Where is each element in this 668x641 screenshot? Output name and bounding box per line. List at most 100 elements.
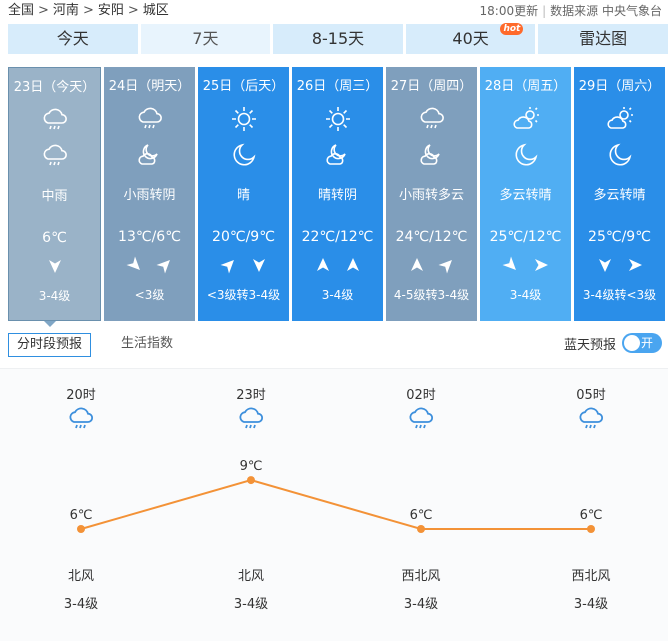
temperature-line-chart: 6℃ 9℃ 6℃ 6℃: [70, 459, 603, 533]
partly-cloudy-icon: [511, 104, 541, 134]
wind-arrow-icon: [345, 257, 361, 277]
day-card[interactable]: 25日（后天） 晴 20℃/9℃ <3级转3-4级: [198, 67, 289, 321]
breadcrumb-separator: >: [38, 3, 49, 18]
temperature-line: [80, 479, 591, 530]
temperature-range: 25℃/9℃: [588, 229, 651, 245]
day-date: 23日（今天）: [13, 80, 96, 95]
blue-sky-forecast: 蓝天预报 开: [564, 333, 662, 353]
hour-time: 05时: [576, 388, 606, 403]
day-date: 25日（后天）: [202, 79, 285, 94]
temperature-range: 6℃: [42, 230, 67, 246]
rain-icon: [577, 405, 605, 435]
wind-direction-icons: [574, 257, 665, 277]
wind-level: 4-5级转3-4级: [393, 288, 470, 302]
day-card[interactable]: 23日（今天） 中雨 6℃ 3-4级: [8, 67, 101, 321]
weather-description: 晴转阴: [317, 188, 357, 203]
temperature-range: 25℃/12℃: [489, 229, 562, 245]
weather-description: 晴: [236, 188, 250, 203]
hour-time: 20时: [66, 388, 96, 403]
wind-level: <3级转3-4级: [206, 288, 281, 302]
wind-arrow-icon: [220, 257, 237, 277]
sun-icon: [323, 104, 353, 134]
temperature-label: 6℃: [580, 508, 603, 523]
hour-wind-direction: 西北风: [571, 569, 611, 584]
day-card[interactable]: 26日（周三） 晴转阴 22℃/12℃ 3-4级: [292, 67, 383, 321]
rain-cloud-icon: [417, 104, 447, 134]
day-card[interactable]: 27日（周四） 小雨转多云 24℃/12℃ 4-5级转3-4级: [386, 67, 477, 321]
wind-direction-icons: [480, 256, 571, 277]
temperature-label: 6℃: [70, 508, 93, 523]
wind-level: 3-4级: [38, 289, 71, 303]
data-source: 数据来源 中央气象台: [550, 4, 662, 18]
temperature-point: [417, 525, 425, 533]
temperature-range: 22℃/12℃: [301, 229, 374, 245]
weather-description: 小雨转阴: [123, 188, 176, 203]
tab-hourly-forecast[interactable]: 分时段预报: [8, 333, 92, 357]
hour-wind-direction: 西北风: [401, 569, 441, 584]
divider: |: [542, 4, 547, 18]
wind-direction-icons: [104, 256, 195, 277]
sun-icon: [229, 104, 259, 134]
rain-cloud-icon: [40, 141, 70, 171]
breadcrumb-item-national[interactable]: 全国: [8, 0, 34, 22]
toggle-knob: [624, 335, 640, 351]
selected-pointer: [44, 321, 56, 327]
day-date: 27日（周四）: [390, 79, 473, 94]
tab-radar[interactable]: 雷达图: [538, 24, 668, 54]
wind-arrow-icon: [597, 257, 613, 277]
tab-8-15-days[interactable]: 8-15天: [273, 24, 403, 54]
temperature-range: 13℃/6℃: [118, 229, 181, 245]
wind-arrow-icon: [156, 257, 173, 277]
day-date: 26日（周三）: [296, 79, 379, 94]
moon-icon: [229, 140, 259, 170]
top-bar: 全国 > 河南 > 安阳 > 城区 18:00更新 | 数据来源 中央气象台: [0, 0, 668, 22]
day-date: 24日（明天）: [108, 79, 191, 94]
weather-description: 中雨: [41, 189, 68, 204]
day-card[interactable]: 24日（明天） 小雨转阴 13℃/6℃ <3级: [104, 67, 195, 321]
wind-arrow-icon: [533, 257, 549, 277]
temperature-point: [587, 525, 595, 533]
temperature-range: 20℃/9℃: [212, 229, 275, 245]
breadcrumb: 全国 > 河南 > 安阳 > 城区: [8, 0, 169, 22]
breadcrumb-item-district: 城区: [142, 3, 169, 18]
temperature-range: 24℃/12℃: [395, 229, 468, 245]
temperature-label: 9℃: [240, 459, 263, 474]
temperature-label: 6℃: [410, 508, 433, 523]
wind-arrow-icon: [627, 257, 643, 277]
tab-life-index[interactable]: 生活指数: [113, 333, 181, 357]
wind-direction-icons: [9, 258, 100, 278]
wind-arrow-icon: [251, 257, 267, 277]
rain-cloud-icon: [40, 105, 70, 135]
hour-wind-level: 3-4级: [63, 597, 99, 612]
rain-cloud-icon: [135, 104, 165, 134]
wind-arrow-icon: [126, 256, 143, 277]
blue-sky-label: 蓝天预报: [563, 337, 616, 353]
rain-icon: [67, 405, 95, 435]
moon-icon: [605, 140, 635, 170]
hour-wind-level: 3-4级: [573, 597, 609, 612]
breadcrumb-separator: >: [82, 3, 94, 18]
rain-icon: [407, 405, 435, 435]
rain-icon: [237, 405, 265, 435]
tab-7-days[interactable]: 7天: [140, 24, 271, 54]
day-card[interactable]: 28日（周五） 多云转晴 25℃/12℃ 3-4级: [480, 67, 571, 321]
tab-today[interactable]: 今天: [8, 24, 138, 54]
forecast-tabs: 今天 7天 8-15天 40天 hot 雷达图: [8, 23, 668, 54]
moon-icon: [511, 140, 541, 170]
sub-tabs: 分时段预报 生活指数: [8, 333, 181, 357]
update-meta: 18:00更新 | 数据来源 中央气象台: [480, 0, 662, 22]
tab-40-days[interactable]: 40天 hot: [405, 23, 536, 54]
day-date: 28日（周五）: [484, 79, 567, 94]
hour-time: 02时: [406, 388, 436, 403]
wind-direction-icons: [292, 257, 383, 277]
hour-wind-direction: 北风: [67, 569, 94, 584]
cloudy-night-icon: [417, 140, 447, 170]
wind-arrow-icon: [47, 258, 63, 278]
breadcrumb-item-province[interactable]: 河南: [53, 0, 79, 22]
day-card[interactable]: 29日（周六） 多云转晴 25℃/9℃ 3-4级转<3级: [574, 67, 665, 321]
temperature-point: [77, 525, 85, 533]
day-date: 29日（周六）: [578, 79, 661, 94]
breadcrumb-item-city[interactable]: 安阳: [98, 0, 124, 22]
blue-sky-toggle[interactable]: 开: [622, 333, 662, 353]
wind-arrow-icon: [438, 257, 455, 277]
